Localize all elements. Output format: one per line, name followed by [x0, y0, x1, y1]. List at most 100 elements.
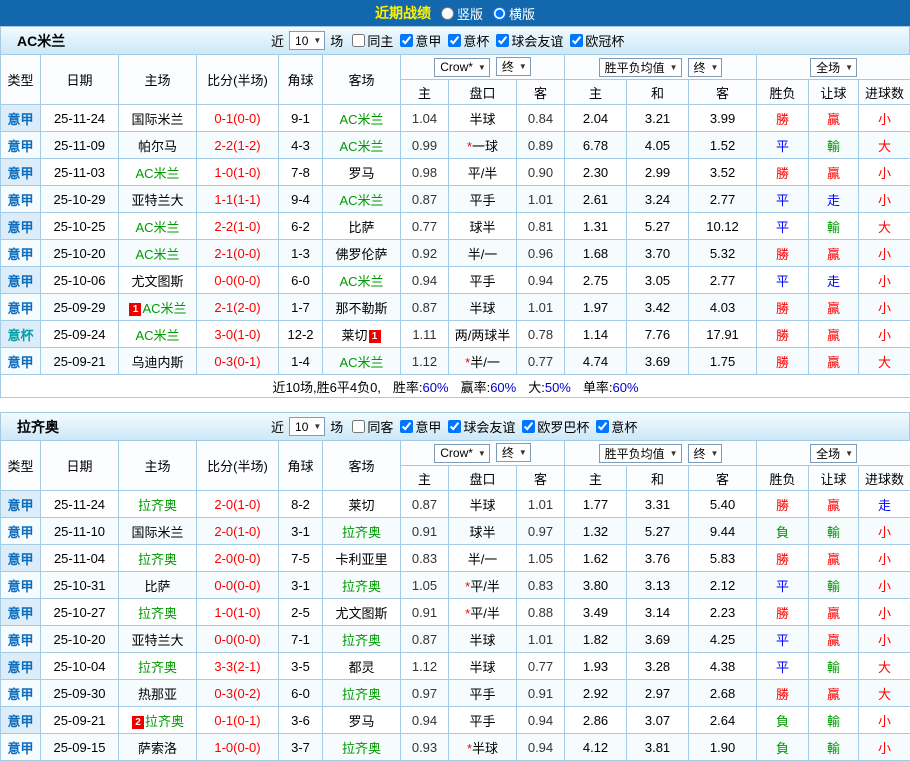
layout-option-vertical[interactable]: 竖版: [441, 4, 483, 23]
away-team[interactable]: 尤文图斯: [335, 606, 387, 621]
recent-count-select[interactable]: 10▼: [289, 31, 325, 50]
europe-stage-select[interactable]: 终▼: [688, 58, 723, 77]
checkbox-input[interactable]: [448, 34, 461, 47]
home-team[interactable]: 亚特兰大: [131, 633, 183, 648]
home-team[interactable]: 比萨: [144, 579, 170, 594]
away-team-name: AC米兰: [339, 355, 383, 370]
sub-column-header: 主: [565, 466, 627, 491]
home-team[interactable]: 拉齐奥: [138, 498, 177, 513]
match-type: 意甲: [1, 267, 41, 294]
bookmaker-select[interactable]: Crow*▼: [434, 58, 490, 77]
checkbox-input[interactable]: [400, 34, 413, 47]
home-team[interactable]: 乌迪内斯: [131, 355, 183, 370]
away-team[interactable]: 莱切: [348, 498, 374, 513]
checkbox-input[interactable]: [448, 420, 461, 433]
away-team[interactable]: 罗马: [348, 166, 374, 181]
away-team[interactable]: AC米兰: [339, 193, 383, 208]
away-team[interactable]: 拉齐奥: [342, 741, 381, 756]
match-type: 意杯: [1, 321, 41, 348]
europe-stage-select-value: 终: [694, 59, 706, 76]
away-team[interactable]: 拉齐奥: [342, 687, 381, 702]
home-team[interactable]: 1AC米兰: [128, 301, 186, 316]
filter-checkbox[interactable]: 同客: [352, 417, 393, 436]
home-team[interactable]: 热那亚: [138, 687, 177, 702]
stat-value: 60%: [613, 380, 639, 395]
checkbox-input[interactable]: [570, 34, 583, 47]
home-team[interactable]: 拉齐奥: [138, 606, 177, 621]
away-team-name: 莱切: [348, 498, 374, 513]
away-team[interactable]: 比萨: [348, 220, 374, 235]
home-team[interactable]: AC米兰: [135, 166, 179, 181]
home-team[interactable]: AC米兰: [135, 220, 179, 235]
filter-checkbox[interactable]: 同主: [352, 31, 393, 50]
away-team[interactable]: 拉齐奥: [342, 579, 381, 594]
home-team[interactable]: 尤文图斯: [131, 274, 183, 289]
home-team[interactable]: 国际米兰: [131, 112, 183, 127]
scope-select[interactable]: 全场▼: [810, 444, 857, 463]
away-team[interactable]: 佛罗伦萨: [335, 247, 387, 262]
home-team[interactable]: 亚特兰大: [131, 193, 183, 208]
team-name: 拉齐奥: [1, 417, 269, 437]
away-team[interactable]: AC米兰: [339, 274, 383, 289]
europe-odds-select[interactable]: 胜平负均值▼: [599, 444, 682, 463]
layout-option-horizontal[interactable]: 横版: [493, 4, 535, 23]
home-team[interactable]: AC米兰: [135, 328, 179, 343]
home-team[interactable]: 国际米兰: [131, 525, 183, 540]
home-team[interactable]: AC米兰: [135, 247, 179, 262]
home-team[interactable]: 拉齐奥: [138, 660, 177, 675]
home-team[interactable]: 拉齐奥: [138, 552, 177, 567]
checkbox-input[interactable]: [522, 420, 535, 433]
filter-checkbox[interactable]: 意甲: [400, 31, 441, 50]
checkbox-input[interactable]: [352, 420, 365, 433]
europe-stage-select[interactable]: 终▼: [688, 444, 723, 463]
home-team-name: AC米兰: [135, 247, 179, 262]
away-team[interactable]: 莱切1: [341, 328, 381, 343]
handicap-text: 平手: [469, 193, 495, 208]
handicap-text: 半/一: [470, 355, 500, 370]
odds-stage-select[interactable]: 终▼: [496, 443, 531, 462]
checkbox-input[interactable]: [352, 34, 365, 47]
filter-checkbox[interactable]: 球会友谊: [496, 31, 563, 50]
result-goals: 大: [859, 653, 910, 680]
asian-away-odds: 0.90: [517, 159, 565, 186]
scope-select[interactable]: 全场▼: [810, 58, 857, 77]
away-team[interactable]: 那不勒斯: [335, 301, 387, 316]
filter-checkbox[interactable]: 欧罗巴杯: [522, 417, 589, 436]
checkbox-input[interactable]: [596, 420, 609, 433]
filter-checkbox[interactable]: 欧冠杯: [570, 31, 624, 50]
europe-odds-select[interactable]: 胜平负均值▼: [599, 58, 682, 77]
home-team-name: 热那亚: [138, 687, 177, 702]
home-team[interactable]: 2拉齐奥: [131, 714, 184, 729]
bookmaker-select[interactable]: Crow*▼: [434, 444, 490, 463]
match-date: 25-11-03: [41, 159, 119, 186]
europe-draw-odds: 7.76: [627, 321, 689, 348]
home-team[interactable]: 萨索洛: [138, 741, 177, 756]
away-team[interactable]: AC米兰: [339, 139, 383, 154]
checkbox-label: 意杯: [611, 417, 637, 436]
sub-column-header: 客: [689, 466, 757, 491]
horizontal-layout-radio[interactable]: [493, 7, 506, 20]
away-team-name: 罗马: [348, 714, 374, 729]
away-team[interactable]: AC米兰: [339, 355, 383, 370]
filter-checkbox[interactable]: 意杯: [596, 417, 637, 436]
filter-checkbox[interactable]: 意杯: [448, 31, 489, 50]
away-team[interactable]: 罗马: [348, 714, 374, 729]
recent-count-select[interactable]: 10▼: [289, 417, 325, 436]
checkbox-input[interactable]: [496, 34, 509, 47]
europe-group-header: 胜平负均值▼ 终▼: [565, 55, 757, 80]
filter-checkbox[interactable]: 球会友谊: [448, 417, 515, 436]
away-team[interactable]: AC米兰: [339, 112, 383, 127]
away-team[interactable]: 卡利亚里: [335, 552, 387, 567]
away-team[interactable]: 拉齐奥: [342, 525, 381, 540]
result-wdl: 平: [757, 267, 809, 294]
away-team-name: AC米兰: [339, 139, 383, 154]
away-team[interactable]: 拉齐奥: [342, 633, 381, 648]
odds-stage-select[interactable]: 终▼: [496, 57, 531, 76]
away-team[interactable]: 都灵: [348, 660, 374, 675]
checkbox-input[interactable]: [400, 420, 413, 433]
home-team[interactable]: 帕尔马: [138, 139, 177, 154]
filter-checkbox[interactable]: 意甲: [400, 417, 441, 436]
vertical-layout-radio[interactable]: [441, 7, 454, 20]
europe-draw-odds: 4.05: [627, 132, 689, 159]
stat-value: 60%: [423, 380, 449, 395]
